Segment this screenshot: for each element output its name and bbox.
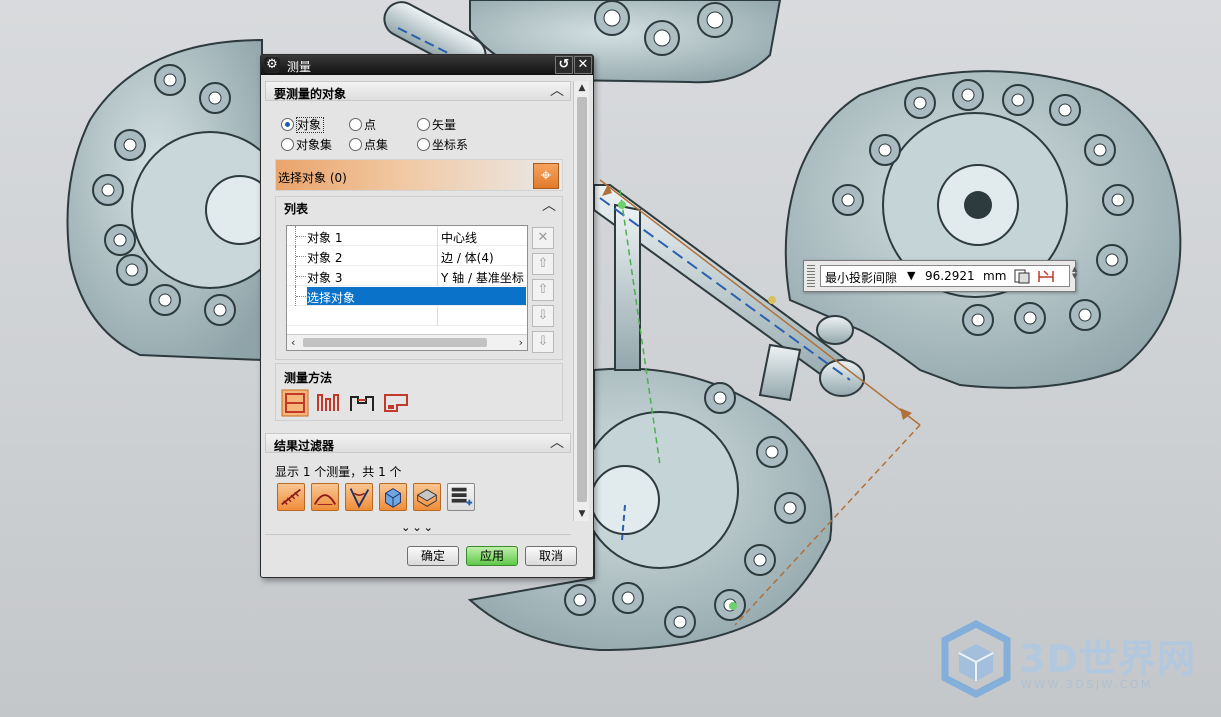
radio-csys-label: 坐标系 [432, 138, 469, 152]
object-list[interactable]: 对象 1 中心线 对象 2 边 / 体(4) 对象 3 Y 轴 / 基准坐标 选… [286, 225, 528, 351]
list-row[interactable]: 对象 3 Y 轴 / 基准坐标 [287, 266, 527, 286]
face-filter-icon[interactable] [413, 483, 441, 511]
radio-vector-label: 矢量 [432, 118, 457, 132]
3d-viewport[interactable] [0, 0, 1221, 717]
collapse-up-icon[interactable]: ︿ [542, 198, 556, 214]
select-object-bar[interactable]: 选择对象 (0) ⌖ [275, 159, 563, 191]
close-button[interactable]: ✕ [574, 56, 592, 74]
section-filter-header[interactable]: 结果过滤器 ︿ [265, 433, 571, 453]
dialog-title: 测量 [287, 60, 312, 74]
scroll-up-icon[interactable]: ▲ [574, 81, 590, 95]
list-row[interactable]: 对象 1 中心线 [287, 226, 527, 246]
reset-button[interactable]: ↺ [555, 56, 573, 74]
radio-off-icon [417, 138, 430, 151]
max-projected-distance-icon[interactable] [382, 389, 410, 417]
minimum-distance-icon[interactable] [281, 389, 309, 417]
list-row-name: 对象 3 [307, 271, 343, 285]
list-panel: 列表 ︿ 对象 1 中心线 对象 2 边 / 体(4) 对象 3 Y 轴 / 基… [275, 196, 563, 360]
list-header[interactable]: 列表 ︿ [276, 197, 562, 217]
readout-unit: mm [983, 269, 1007, 283]
method-header: 测量方法 [284, 371, 333, 385]
move-up-icon[interactable]: ⇧ [532, 279, 554, 301]
collapse-up-icon[interactable]: ︿ [550, 83, 564, 99]
section-filter-label: 结果过滤器 [274, 439, 335, 453]
part-left [66, 38, 289, 362]
remove-icon[interactable]: ✕ [532, 227, 554, 249]
copy-to-clipboard-icon[interactable] [1013, 268, 1031, 285]
distance-filter-icon[interactable] [277, 483, 305, 511]
radio-vector[interactable]: 矢量 [417, 117, 456, 133]
list-row-name: 对象 1 [307, 231, 343, 245]
radio-object-label: 对象 [296, 117, 325, 133]
drag-grip-icon[interactable] [807, 265, 815, 287]
list-header-label: 列表 [284, 202, 309, 216]
method-panel: 测量方法 [275, 363, 563, 421]
radio-csys[interactable]: 坐标系 [417, 137, 468, 153]
list-row-type: 中心线 [441, 231, 478, 245]
watermark-url: WWW.3DSJW.COM [1021, 678, 1153, 691]
collapse-up-icon[interactable]: ︿ [550, 435, 564, 451]
radio-off-icon [281, 138, 294, 151]
profile-clearance-icon[interactable] [348, 389, 376, 417]
section-objects-label: 要测量的对象 [274, 87, 347, 101]
radio-off-icon [417, 118, 430, 131]
list-hscrollbar[interactable]: ‹ › [287, 334, 527, 350]
gear-icon[interactable]: ⚙ [264, 57, 280, 73]
dialog-scrollbar[interactable]: ▲ ▼ [573, 81, 589, 521]
list-row-type: 边 / 体(4) [441, 251, 494, 265]
readout-value: 96.2921 [925, 269, 975, 283]
list-row[interactable]: 对象 2 边 / 体(4) [287, 246, 527, 266]
move-down-icon[interactable]: ⇩ [532, 305, 554, 327]
scroll-down-icon[interactable]: ▼ [574, 507, 590, 521]
list-row-name: 对象 2 [307, 251, 343, 265]
list-row-selected[interactable]: 选择对象 [287, 286, 527, 306]
measurement-readout[interactable]: 最小投影间隙 ▼ 96.2921 mm ▲ ▼ [803, 260, 1077, 292]
projected-distance-icon[interactable] [314, 389, 342, 417]
radio-object[interactable]: 对象 [281, 117, 325, 133]
dropdown-arrow-icon[interactable]: ▼ [907, 269, 915, 282]
watermark-title: 3D世界网 [1019, 637, 1196, 681]
cancel-button[interactable]: 取消 [525, 546, 577, 566]
section-objects-header[interactable]: 要测量的对象 ︿ [265, 81, 571, 101]
more-options-chevron-icon[interactable]: ⌄⌄⌄ [265, 521, 571, 535]
radio-point-set-label: 点集 [364, 138, 389, 152]
readout-box[interactable]: 最小投影间隙 ▼ 96.2921 mm [820, 265, 1070, 287]
spinner-icon[interactable]: ▲ ▼ [1072, 266, 1077, 280]
filter-body: 显示 1 个测量，共 1 个 [265, 455, 571, 519]
radio-point[interactable]: 点 [349, 117, 376, 133]
radio-on-icon [281, 118, 294, 131]
radio-point-set[interactable]: 点集 [349, 137, 388, 153]
list-row-type: Y 轴 / 基准坐标 [441, 271, 524, 285]
radio-off-icon [349, 118, 362, 131]
hscroll-thumb[interactable] [303, 338, 487, 347]
readout-type[interactable]: 最小投影间隙 [825, 269, 897, 286]
radio-object-set-label: 对象集 [296, 138, 333, 152]
radio-point-label: 点 [364, 118, 377, 132]
scroll-thumb[interactable] [577, 97, 587, 502]
crosshair-icon[interactable]: ⌖ [533, 163, 559, 189]
list-row-empty [287, 306, 527, 326]
radio-off-icon [349, 138, 362, 151]
list-add-icon[interactable] [447, 483, 475, 511]
apply-button[interactable]: 应用 [466, 546, 518, 566]
angle-filter-icon[interactable] [345, 483, 373, 511]
move-bottom-icon[interactable]: ⇩ [532, 331, 554, 353]
scroll-left-icon[interactable]: ‹ [291, 335, 295, 350]
measure-type-icon[interactable] [1037, 268, 1055, 285]
measure-dialog: ⚙ 测量 ↺ ✕ ▲ ▼ 要测量的对象 ︿ 对象 点 矢量 对象集 点集 坐标系… [260, 54, 594, 578]
list-row-name: 选择对象 [307, 291, 356, 305]
cube-logo-icon [941, 620, 1011, 698]
move-top-icon[interactable]: ⇧ [532, 253, 554, 275]
filter-summary: 显示 1 个测量，共 1 个 [275, 465, 402, 479]
watermark: 3D世界网 WWW.3DSJW.COM [937, 620, 1207, 700]
dialog-titlebar[interactable]: ⚙ 测量 ↺ ✕ [261, 55, 593, 75]
select-object-label: 选择对象 (0) [278, 171, 347, 185]
radio-object-set[interactable]: 对象集 [281, 137, 332, 153]
ok-button[interactable]: 确定 [407, 546, 459, 566]
scroll-right-icon[interactable]: › [519, 335, 523, 350]
solid-filter-icon[interactable] [379, 483, 407, 511]
arc-filter-icon[interactable] [311, 483, 339, 511]
